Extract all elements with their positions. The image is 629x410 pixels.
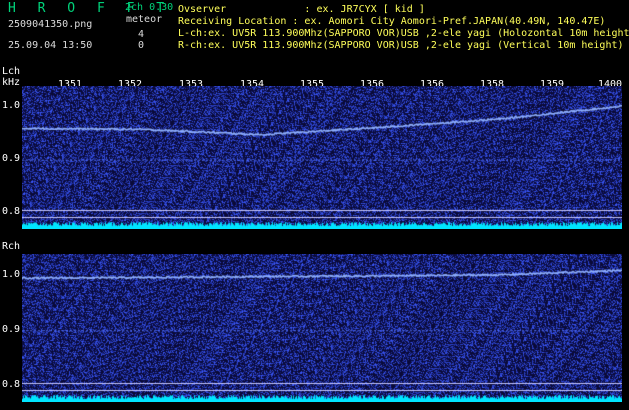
lch-spectrogram [22, 86, 622, 229]
rch-channel-label: Rch [2, 241, 21, 252]
timestamp: 25.09.04 13:50 [8, 40, 93, 51]
rch-spectrogram [22, 254, 622, 402]
lch-meteor-count: 4 [138, 29, 145, 40]
lch-channel-label: Lch [2, 66, 21, 77]
lch-y-tick: 1.0 [2, 100, 21, 111]
lch-y-tick: 0.9 [2, 153, 21, 164]
lch-receiver-info: L-ch:ex. UV5R 113.900Mhz(SAPPORO VOR)USB… [178, 28, 629, 39]
image-filename: 2509041350.png [8, 19, 93, 30]
rch-y-tick: 1.0 [2, 269, 21, 280]
lch-y-tick: 0.8 [2, 206, 21, 217]
rch-meteor-count: 0 [138, 40, 145, 51]
observer-info: Ovserver : ex. JR7CYX [ kid ] [178, 4, 425, 15]
rch-y-tick: 0.9 [2, 324, 21, 335]
rch-receiver-info: R-ch:ex. UV5R 113.900Mhz(SAPPORO VOR)USB… [178, 40, 624, 51]
lch-spectrogram-canvas [22, 86, 622, 229]
meteor-count-label: meteor [126, 14, 163, 25]
rch-y-tick: 0.8 [2, 379, 21, 390]
channel-setting: 2ch 0.30 [125, 2, 174, 13]
frequency-unit-label: kHz [2, 77, 21, 88]
rch-spectrogram-canvas [22, 254, 622, 402]
location-info: Receiving Location : ex. Aomori City Aom… [178, 16, 606, 27]
